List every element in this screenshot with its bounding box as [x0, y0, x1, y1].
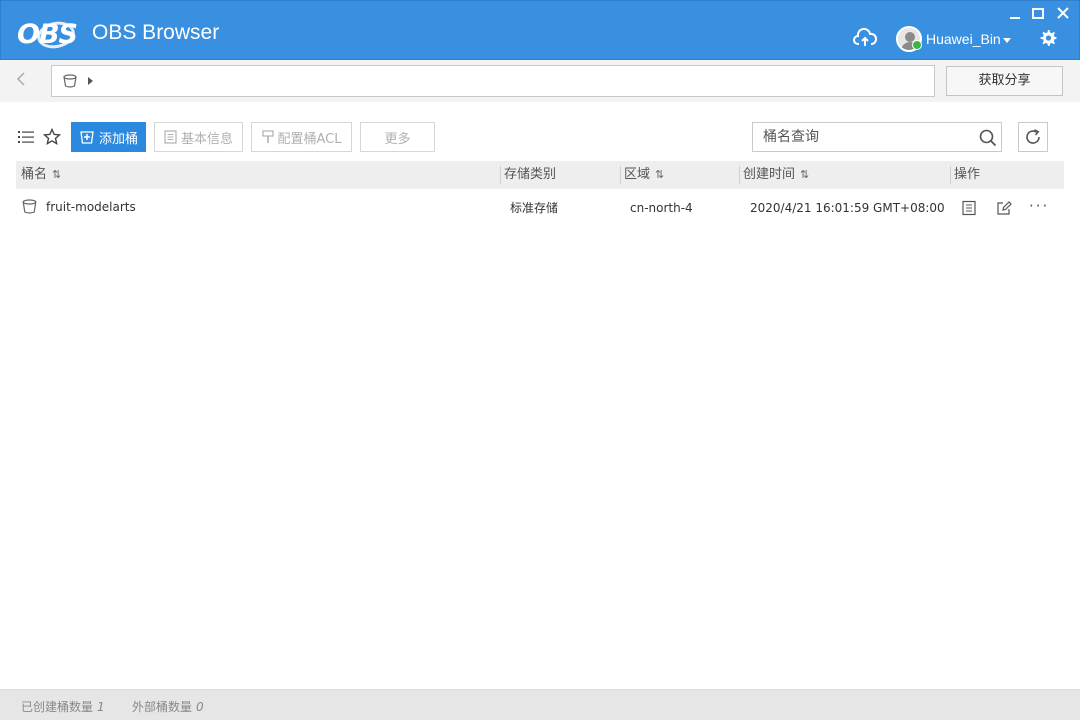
path-expand-icon[interactable]: [88, 77, 93, 85]
bucket-search-input[interactable]: [753, 123, 973, 151]
external-bucket-label: 外部桶数量: [132, 700, 193, 714]
created-time-cell: 2020/4/21 16:01:59 GMT+08:00: [750, 201, 945, 215]
add-bucket-button[interactable]: 添加桶: [71, 122, 146, 152]
column-header-region[interactable]: 区域 ⇅: [624, 161, 664, 189]
username[interactable]: Huawei_Bin: [926, 31, 1001, 47]
list-view-icon[interactable]: [18, 129, 34, 145]
search-icon[interactable]: [979, 129, 997, 147]
document-icon: [164, 130, 177, 144]
get-share-button[interactable]: 获取分享: [946, 66, 1063, 96]
refresh-icon: [1026, 129, 1040, 144]
basic-info-label: 基本信息: [180, 131, 233, 147]
column-header-created-time[interactable]: 创建时间 ⇅: [743, 161, 809, 189]
config-acl-button[interactable]: 配置桶ACL: [251, 122, 352, 152]
column-label: 区域: [624, 167, 651, 182]
created-bucket-count: 已创建桶数量 1: [21, 698, 105, 715]
status-bar: 已创建桶数量 1 外部桶数量 0: [0, 689, 1080, 720]
column-label: 创建时间: [743, 167, 796, 182]
star-icon[interactable]: [43, 128, 61, 146]
created-bucket-label: 已创建桶数量: [21, 700, 94, 714]
refresh-button[interactable]: [1018, 122, 1048, 152]
basic-info-button[interactable]: 基本信息: [154, 122, 243, 152]
column-header-bucket-name[interactable]: 桶名 ⇅: [21, 161, 61, 189]
column-separator[interactable]: [620, 166, 621, 184]
column-label: 桶名: [21, 167, 48, 182]
more-icon[interactable]: ···: [1029, 192, 1049, 224]
column-separator[interactable]: [950, 166, 951, 184]
bucket-search-box: [752, 122, 1002, 152]
more-label: 更多: [384, 131, 411, 147]
maximize-icon: [1032, 7, 1044, 19]
online-status-badge: [912, 40, 922, 50]
external-bucket-count: 外部桶数量 0: [132, 698, 204, 715]
app-title: OBS Browser: [92, 21, 220, 44]
table-row[interactable]: fruit-modelarts 标准存储 cn-north-4 2020/4/2…: [16, 192, 1064, 224]
column-separator[interactable]: [739, 166, 740, 184]
minimize-icon: [1010, 17, 1020, 19]
close-button[interactable]: [1054, 5, 1072, 21]
sort-icon[interactable]: ⇅: [655, 168, 664, 181]
path-input[interactable]: [51, 65, 935, 97]
back-arrow-icon: [16, 72, 25, 86]
add-bucket-label: 添加桶: [98, 131, 138, 147]
cloud-upload-icon[interactable]: [853, 28, 877, 48]
created-bucket-value: 1: [97, 700, 105, 714]
column-separator[interactable]: [500, 166, 501, 184]
details-icon[interactable]: [961, 200, 977, 216]
acl-icon: [261, 130, 274, 143]
minimize-button[interactable]: [1006, 5, 1024, 21]
column-header-operations: 操作: [954, 161, 980, 189]
chevron-down-icon[interactable]: [1003, 38, 1011, 43]
back-button[interactable]: [16, 71, 34, 91]
close-icon: [1057, 7, 1069, 19]
edit-icon[interactable]: [996, 200, 1012, 216]
bucket-icon: [63, 74, 77, 88]
config-acl-label: 配置桶ACL: [277, 131, 342, 147]
column-label: 操作: [954, 167, 981, 182]
settings-gear-icon[interactable]: [1039, 29, 1057, 47]
title-bar: OBS OBS Browser Huawei_Bin: [0, 0, 1080, 60]
column-header-storage-class: 存储类别: [504, 161, 556, 189]
column-label: 存储类别: [504, 167, 557, 182]
add-bucket-icon: [80, 131, 94, 144]
storage-class-cell: 标准存储: [510, 201, 559, 215]
address-bar: 获取分享: [0, 60, 1080, 102]
external-bucket-value: 0: [196, 700, 204, 714]
sort-icon[interactable]: ⇅: [800, 168, 809, 181]
more-button[interactable]: 更多: [360, 122, 435, 152]
table-header: 桶名 ⇅ 存储类别 区域 ⇅ 创建时间 ⇅ 操作: [16, 161, 1064, 189]
region-cell: cn-north-4: [630, 201, 693, 215]
bucket-name-link[interactable]: fruit-modelarts: [46, 191, 136, 223]
bucket-icon: [22, 199, 37, 214]
sort-icon[interactable]: ⇅: [52, 168, 61, 181]
obs-logo: OBS: [17, 16, 78, 52]
maximize-button[interactable]: [1029, 5, 1047, 21]
